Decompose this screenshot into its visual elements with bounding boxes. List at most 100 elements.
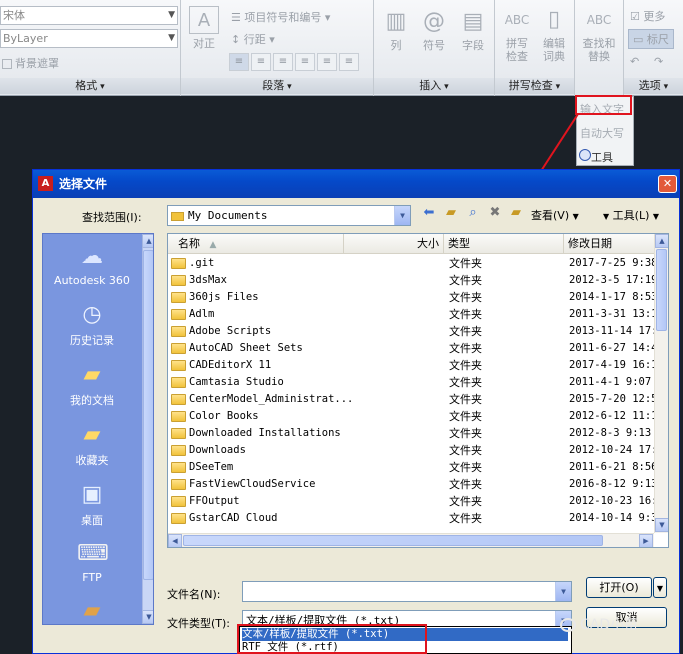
- file-date: 2011-6-27 14:4: [569, 342, 658, 354]
- desktop-icon: ▣: [81, 482, 103, 507]
- table-row[interactable]: Adobe Scripts 文件夹 2013-11-14 17:: [168, 323, 658, 340]
- table-row[interactable]: 3dsMax 文件夹 2012-3-5 17:19: [168, 272, 658, 289]
- table-row[interactable]: Color Books 文件夹 2012-6-12 11:1: [168, 408, 658, 425]
- file-name: Camtasia Studio: [189, 376, 284, 388]
- file-date: 2011-4-1 9:07: [569, 376, 652, 388]
- column-name-label: 名称: [178, 237, 200, 250]
- folder-icon: [171, 496, 186, 507]
- places-scrollbar[interactable]: ▲ ▼: [142, 234, 153, 624]
- file-name: .git: [189, 257, 215, 269]
- file-date: 2012-8-3 9:13: [569, 427, 652, 439]
- watermark-text: CAD小苗: [580, 617, 639, 633]
- ftp-icon: ⌨: [77, 541, 109, 566]
- up-folder-icon: ▰: [446, 205, 456, 220]
- filename-label: 文件名(N):: [167, 588, 221, 601]
- select-file-dialog: 选择文件 A ✕ 查找范围(I): My Documents ▼ ⬅ ▰ ⌕ ✖…: [32, 169, 680, 654]
- scroll-up-icon[interactable]: ▲: [142, 234, 153, 248]
- column-header-name[interactable]: 名称 ▲: [168, 234, 344, 253]
- file-name: 3dsMax: [189, 274, 227, 286]
- filename-combo[interactable]: ▼: [242, 581, 572, 602]
- table-row[interactable]: CenterModel_Administrat... 文件夹 2015-7-20 1…: [168, 391, 658, 408]
- delete-button[interactable]: ✖: [486, 205, 504, 221]
- column-header-size[interactable]: 大小: [344, 234, 444, 253]
- file-date: 2011-6-21 8:56: [569, 461, 658, 473]
- column-size-label: 大小: [417, 237, 439, 250]
- open-options-button[interactable]: ▼: [653, 577, 667, 598]
- table-row[interactable]: Camtasia Studio 文件夹 2011-4-1 9:07: [168, 374, 654, 391]
- folder-icon: [171, 275, 186, 286]
- place-my-documents[interactable]: ▰ 我的文档: [43, 360, 141, 408]
- places-scroll-thumb[interactable]: [143, 250, 153, 580]
- scroll-right-icon[interactable]: ▶: [639, 534, 653, 547]
- folder-icon: [171, 211, 184, 221]
- place-label: 桌面: [81, 514, 103, 527]
- folder-icon: [171, 258, 186, 269]
- table-row[interactable]: 360js Files 文件夹 2014-1-17 8:53: [168, 289, 658, 306]
- place-label: 收藏夹: [75, 454, 109, 467]
- folder-icon: [171, 462, 186, 473]
- file-list-header: 名称 ▲ 大小 类型 修改日期: [168, 234, 654, 254]
- file-type: 文件夹: [449, 291, 482, 304]
- dialog-title: 选择文件: [33, 170, 679, 198]
- place-desktop[interactable]: ▣ 桌面: [43, 480, 141, 528]
- look-in-combo[interactable]: My Documents ▼: [167, 205, 411, 226]
- highlight-box: [237, 624, 427, 654]
- table-row[interactable]: DSeeTem 文件夹 2011-6-21 8:56: [168, 459, 658, 476]
- close-button[interactable]: ✕: [658, 175, 677, 193]
- place-ftp[interactable]: ⌨ FTP: [43, 539, 141, 584]
- place-label: 历史记录: [70, 334, 114, 347]
- chevron-down-icon: ▼: [656, 584, 664, 593]
- folder-icon: [171, 292, 186, 303]
- folder-icon: [171, 343, 186, 354]
- view-menu-button[interactable]: 查看(V) ▼: [531, 207, 579, 223]
- scroll-left-icon[interactable]: ◀: [168, 534, 182, 547]
- folder-icon: [171, 445, 186, 456]
- table-row[interactable]: FastViewCloudService 文件夹 2016-8-12 9:13: [168, 476, 658, 493]
- delete-icon: ✖: [489, 205, 501, 220]
- table-row[interactable]: Adlm 文件夹 2011-3-31 13:11: [168, 306, 664, 323]
- chevron-down-icon: ▼: [652, 212, 660, 221]
- folder-icon: [171, 479, 186, 490]
- table-row[interactable]: AutoCAD Sheet Sets 文件夹 2011-6-27 14:4: [168, 340, 658, 357]
- watermark: CAD小苗: [560, 613, 680, 637]
- open-button[interactable]: 打开(O): [586, 577, 652, 598]
- tools-menu-button[interactable]: ▼ 工具(L) ▼: [603, 207, 659, 223]
- look-in-label: 查找范围(I):: [82, 211, 142, 224]
- file-list-vertical-scrollbar[interactable]: ▲ ▼: [654, 234, 668, 533]
- table-row[interactable]: Downloads 文件夹 2012-10-24 17:: [168, 442, 658, 459]
- place-history[interactable]: ◷ 历史记录: [43, 300, 141, 348]
- folder-icon: [171, 513, 186, 524]
- new-folder-button[interactable]: ▰: [507, 205, 525, 221]
- table-row[interactable]: GstarCAD Cloud 文件夹 2014-10-14 9:3: [168, 510, 658, 527]
- file-date: 2017-4-19 16:1: [569, 359, 658, 371]
- chevron-down-icon: ▼: [394, 206, 410, 225]
- scroll-down-icon[interactable]: ▼: [655, 518, 668, 532]
- file-type: 文件夹: [449, 393, 482, 406]
- scroll-down-icon[interactable]: ▼: [142, 610, 153, 624]
- horizontal-scroll-thumb[interactable]: [183, 535, 603, 546]
- sort-ascending-icon: ▲: [209, 240, 217, 250]
- folder-icon: ▰: [83, 598, 101, 623]
- file-date: 2014-10-14 9:3: [569, 512, 658, 524]
- vertical-scroll-thumb[interactable]: [656, 249, 667, 331]
- table-row[interactable]: CADEditorX 11 文件夹 2017-4-19 16:1: [168, 357, 658, 374]
- back-button[interactable]: ⬅: [420, 205, 438, 221]
- place-buzzsaw[interactable]: ▰: [43, 596, 141, 624]
- close-icon: ✕: [662, 177, 673, 190]
- file-date: 2012-6-12 11:1: [569, 410, 658, 422]
- place-favorites[interactable]: ▰ 收藏夹: [43, 420, 141, 468]
- table-row[interactable]: .git 文件夹 2017-7-25 9:38: [168, 255, 658, 272]
- file-list-horizontal-scrollbar[interactable]: ◀ ▶: [168, 533, 654, 547]
- scroll-up-icon[interactable]: ▲: [655, 234, 668, 248]
- column-header-type[interactable]: 类型: [444, 234, 564, 253]
- table-row[interactable]: FFOutput 文件夹 2012-10-23 16:: [168, 493, 658, 510]
- file-type: 文件夹: [449, 444, 482, 457]
- file-type: 文件夹: [449, 461, 482, 474]
- place-autodesk-360[interactable]: ☁ Autodesk 360: [43, 242, 141, 287]
- file-date: 2016-8-12 9:13: [569, 478, 658, 490]
- column-header-date[interactable]: 修改日期: [564, 234, 654, 253]
- table-row[interactable]: Downloaded Installations 文件夹 2012-8-3 9:13: [168, 425, 654, 442]
- search-web-button[interactable]: ⌕: [464, 205, 482, 221]
- up-folder-button[interactable]: ▰: [442, 205, 460, 221]
- file-name: GstarCAD Cloud: [189, 512, 278, 524]
